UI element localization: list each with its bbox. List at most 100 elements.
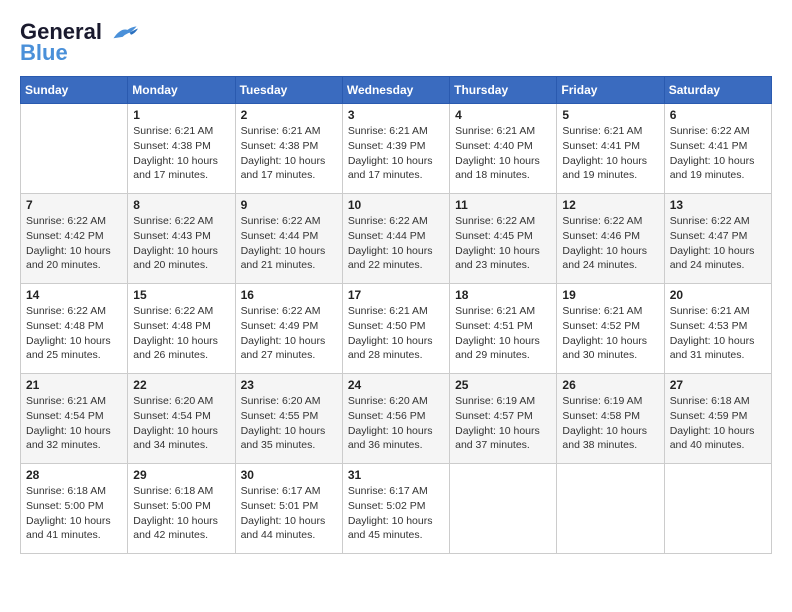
day-info: Sunrise: 6:20 AM Sunset: 4:55 PM Dayligh… xyxy=(241,394,337,453)
calendar-cell: 16 Sunrise: 6:22 AM Sunset: 4:49 PM Dayli… xyxy=(235,284,342,374)
day-number: 18 xyxy=(455,288,551,302)
calendar-cell: 28 Sunrise: 6:18 AM Sunset: 5:00 PM Dayli… xyxy=(21,464,128,554)
day-info: Sunrise: 6:22 AM Sunset: 4:48 PM Dayligh… xyxy=(26,304,122,363)
calendar-cell: 7 Sunrise: 6:22 AM Sunset: 4:42 PM Daylig… xyxy=(21,194,128,284)
day-number: 3 xyxy=(348,108,444,122)
calendar-cell: 12 Sunrise: 6:22 AM Sunset: 4:46 PM Dayli… xyxy=(557,194,664,284)
calendar-cell: 29 Sunrise: 6:18 AM Sunset: 5:00 PM Dayli… xyxy=(128,464,235,554)
day-info: Sunrise: 6:20 AM Sunset: 4:56 PM Dayligh… xyxy=(348,394,444,453)
day-number: 5 xyxy=(562,108,658,122)
page-header: General Blue xyxy=(20,20,772,66)
calendar-week-4: 21 Sunrise: 6:21 AM Sunset: 4:54 PM Dayli… xyxy=(21,374,772,464)
day-number: 24 xyxy=(348,378,444,392)
day-info: Sunrise: 6:21 AM Sunset: 4:50 PM Dayligh… xyxy=(348,304,444,363)
day-info: Sunrise: 6:21 AM Sunset: 4:41 PM Dayligh… xyxy=(562,124,658,183)
day-info: Sunrise: 6:22 AM Sunset: 4:47 PM Dayligh… xyxy=(670,214,766,273)
day-number: 20 xyxy=(670,288,766,302)
day-info: Sunrise: 6:21 AM Sunset: 4:53 PM Dayligh… xyxy=(670,304,766,363)
logo-blue: Blue xyxy=(20,40,68,66)
weekday-header-friday: Friday xyxy=(557,77,664,104)
calendar-cell: 5 Sunrise: 6:21 AM Sunset: 4:41 PM Daylig… xyxy=(557,104,664,194)
day-number: 21 xyxy=(26,378,122,392)
calendar-cell: 13 Sunrise: 6:22 AM Sunset: 4:47 PM Dayli… xyxy=(664,194,771,284)
day-number: 15 xyxy=(133,288,229,302)
day-number: 31 xyxy=(348,468,444,482)
day-number: 27 xyxy=(670,378,766,392)
day-info: Sunrise: 6:22 AM Sunset: 4:48 PM Dayligh… xyxy=(133,304,229,363)
day-number: 9 xyxy=(241,198,337,212)
day-number: 25 xyxy=(455,378,551,392)
weekday-header-thursday: Thursday xyxy=(450,77,557,104)
calendar-cell: 3 Sunrise: 6:21 AM Sunset: 4:39 PM Daylig… xyxy=(342,104,449,194)
day-number: 22 xyxy=(133,378,229,392)
day-info: Sunrise: 6:19 AM Sunset: 4:57 PM Dayligh… xyxy=(455,394,551,453)
calendar-cell: 10Sunrise: 6:22 AM Sunset: 4:44 PM Dayli… xyxy=(342,194,449,284)
calendar-cell: 30Sunrise: 6:17 AM Sunset: 5:01 PM Dayli… xyxy=(235,464,342,554)
day-number: 14 xyxy=(26,288,122,302)
calendar-header-row: SundayMondayTuesdayWednesdayThursdayFrid… xyxy=(21,77,772,104)
day-number: 23 xyxy=(241,378,337,392)
calendar-cell xyxy=(557,464,664,554)
day-info: Sunrise: 6:22 AM Sunset: 4:45 PM Dayligh… xyxy=(455,214,551,273)
day-info: Sunrise: 6:18 AM Sunset: 5:00 PM Dayligh… xyxy=(133,484,229,543)
calendar-cell: 22Sunrise: 6:20 AM Sunset: 4:54 PM Dayli… xyxy=(128,374,235,464)
calendar-cell: 23 Sunrise: 6:20 AM Sunset: 4:55 PM Dayli… xyxy=(235,374,342,464)
day-info: Sunrise: 6:17 AM Sunset: 5:01 PM Dayligh… xyxy=(241,484,337,543)
day-info: Sunrise: 6:21 AM Sunset: 4:38 PM Dayligh… xyxy=(241,124,337,183)
calendar-cell: 9 Sunrise: 6:22 AM Sunset: 4:44 PM Daylig… xyxy=(235,194,342,284)
calendar-cell: 24 Sunrise: 6:20 AM Sunset: 4:56 PM Dayli… xyxy=(342,374,449,464)
day-number: 19 xyxy=(562,288,658,302)
calendar-cell: 27Sunrise: 6:18 AM Sunset: 4:59 PM Dayli… xyxy=(664,374,771,464)
calendar-cell: 6Sunrise: 6:22 AM Sunset: 4:41 PM Daylig… xyxy=(664,104,771,194)
day-info: Sunrise: 6:22 AM Sunset: 4:42 PM Dayligh… xyxy=(26,214,122,273)
calendar-cell: 25 Sunrise: 6:19 AM Sunset: 4:57 PM Dayli… xyxy=(450,374,557,464)
day-info: Sunrise: 6:22 AM Sunset: 4:43 PM Dayligh… xyxy=(133,214,229,273)
calendar-cell: 4 Sunrise: 6:21 AM Sunset: 4:40 PM Daylig… xyxy=(450,104,557,194)
calendar-cell xyxy=(664,464,771,554)
day-info: Sunrise: 6:22 AM Sunset: 4:46 PM Dayligh… xyxy=(562,214,658,273)
calendar-table: SundayMondayTuesdayWednesdayThursdayFrid… xyxy=(20,76,772,554)
day-info: Sunrise: 6:21 AM Sunset: 4:52 PM Dayligh… xyxy=(562,304,658,363)
day-number: 4 xyxy=(455,108,551,122)
day-number: 7 xyxy=(26,198,122,212)
day-number: 8 xyxy=(133,198,229,212)
weekday-header-saturday: Saturday xyxy=(664,77,771,104)
calendar-cell: 11 Sunrise: 6:22 AM Sunset: 4:45 PM Dayli… xyxy=(450,194,557,284)
day-number: 1 xyxy=(133,108,229,122)
calendar-cell: 31 Sunrise: 6:17 AM Sunset: 5:02 PM Dayli… xyxy=(342,464,449,554)
weekday-header-tuesday: Tuesday xyxy=(235,77,342,104)
calendar-cell xyxy=(21,104,128,194)
day-number: 26 xyxy=(562,378,658,392)
calendar-cell: 21 Sunrise: 6:21 AM Sunset: 4:54 PM Dayli… xyxy=(21,374,128,464)
day-number: 16 xyxy=(241,288,337,302)
weekday-header-monday: Monday xyxy=(128,77,235,104)
day-info: Sunrise: 6:17 AM Sunset: 5:02 PM Dayligh… xyxy=(348,484,444,543)
calendar-cell: 18 Sunrise: 6:21 AM Sunset: 4:51 PM Dayli… xyxy=(450,284,557,374)
day-info: Sunrise: 6:21 AM Sunset: 4:51 PM Dayligh… xyxy=(455,304,551,363)
day-info: Sunrise: 6:21 AM Sunset: 4:54 PM Dayligh… xyxy=(26,394,122,453)
calendar-week-1: 1 Sunrise: 6:21 AM Sunset: 4:38 PM Daylig… xyxy=(21,104,772,194)
calendar-cell xyxy=(450,464,557,554)
calendar-week-3: 14 Sunrise: 6:22 AM Sunset: 4:48 PM Dayli… xyxy=(21,284,772,374)
day-info: Sunrise: 6:21 AM Sunset: 4:40 PM Dayligh… xyxy=(455,124,551,183)
calendar-cell: 8 Sunrise: 6:22 AM Sunset: 4:43 PM Daylig… xyxy=(128,194,235,284)
day-info: Sunrise: 6:22 AM Sunset: 4:49 PM Dayligh… xyxy=(241,304,337,363)
calendar-cell: 14 Sunrise: 6:22 AM Sunset: 4:48 PM Dayli… xyxy=(21,284,128,374)
weekday-header-sunday: Sunday xyxy=(21,77,128,104)
day-number: 11 xyxy=(455,198,551,212)
day-number: 28 xyxy=(26,468,122,482)
calendar-cell: 17Sunrise: 6:21 AM Sunset: 4:50 PM Dayli… xyxy=(342,284,449,374)
day-number: 13 xyxy=(670,198,766,212)
calendar-week-2: 7 Sunrise: 6:22 AM Sunset: 4:42 PM Daylig… xyxy=(21,194,772,284)
weekday-header-wednesday: Wednesday xyxy=(342,77,449,104)
day-info: Sunrise: 6:18 AM Sunset: 5:00 PM Dayligh… xyxy=(26,484,122,543)
logo: General Blue xyxy=(20,20,138,66)
day-info: Sunrise: 6:21 AM Sunset: 4:39 PM Dayligh… xyxy=(348,124,444,183)
calendar-cell: 1Sunrise: 6:21 AM Sunset: 4:38 PM Daylig… xyxy=(128,104,235,194)
day-info: Sunrise: 6:22 AM Sunset: 4:41 PM Dayligh… xyxy=(670,124,766,183)
day-info: Sunrise: 6:19 AM Sunset: 4:58 PM Dayligh… xyxy=(562,394,658,453)
day-number: 2 xyxy=(241,108,337,122)
day-info: Sunrise: 6:22 AM Sunset: 4:44 PM Dayligh… xyxy=(241,214,337,273)
day-number: 12 xyxy=(562,198,658,212)
day-number: 29 xyxy=(133,468,229,482)
